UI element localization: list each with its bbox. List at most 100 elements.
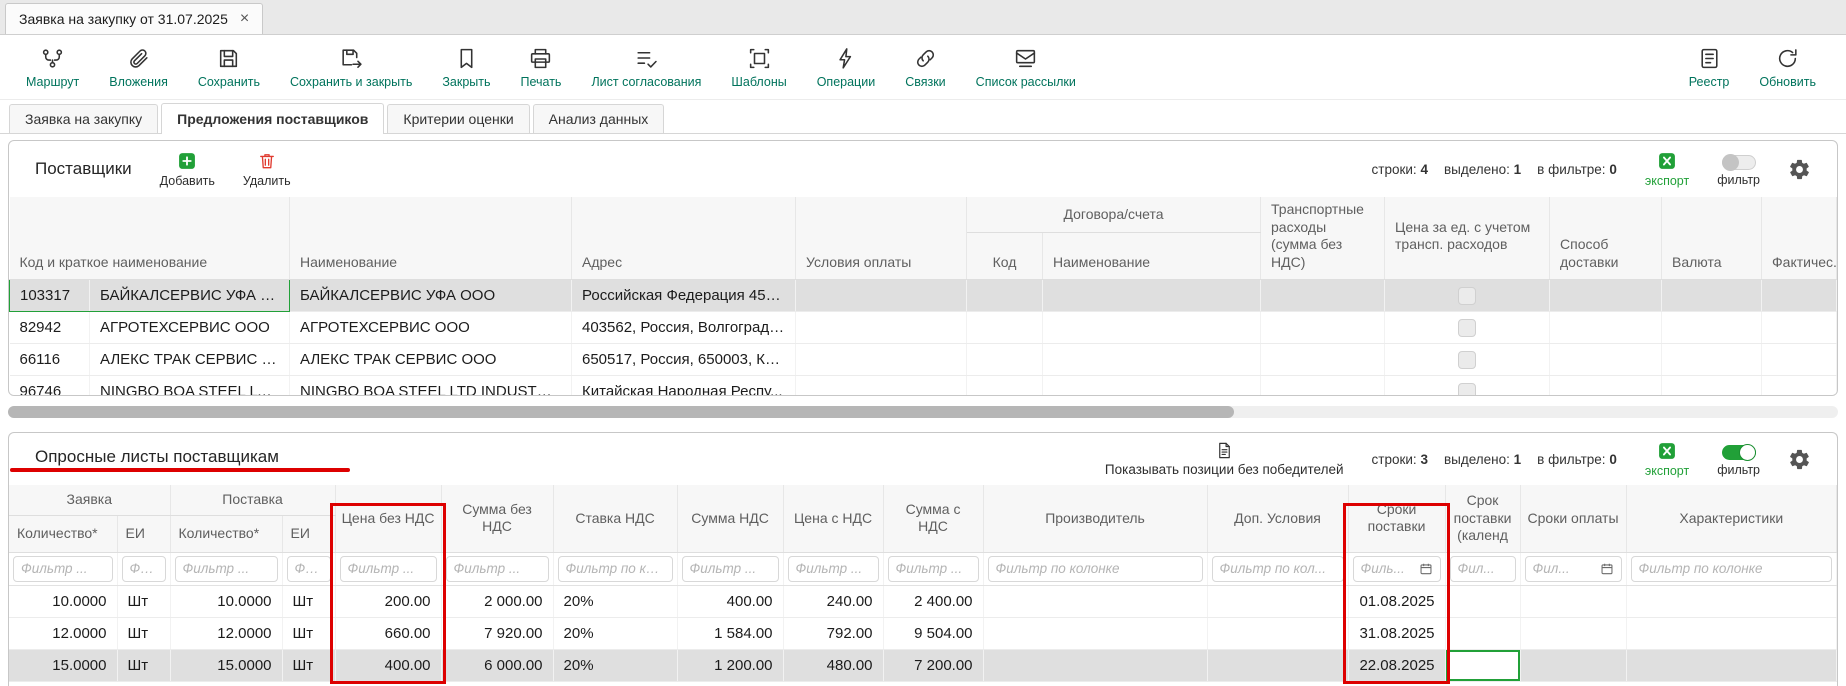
toggle-track[interactable] xyxy=(1722,155,1756,170)
filter-input-extra-terms[interactable]: Фильтр по кол... xyxy=(1212,556,1344,582)
cell-manufacturer[interactable] xyxy=(983,585,1207,617)
cell-qty-request[interactable]: 10.0000 xyxy=(9,585,117,617)
toolbar-button-refresh[interactable]: Обновить xyxy=(1759,46,1816,89)
toolbar-button-mailing-list[interactable]: Список рассылки xyxy=(976,46,1076,89)
tab-purchase-request[interactable]: Заявка на закупку xyxy=(9,104,158,133)
cell-name[interactable]: АЛЕКС ТРАК СЕРВИС ООО xyxy=(290,344,572,376)
cell-contract-code[interactable] xyxy=(967,312,1043,344)
tab-data-analysis[interactable]: Анализ данных xyxy=(533,104,665,133)
toggle-track[interactable] xyxy=(1722,445,1756,460)
cell-payment-terms[interactable] xyxy=(796,312,967,344)
cell-code[interactable]: 96746 xyxy=(10,376,90,397)
add-supplier-button[interactable]: Добавить xyxy=(160,151,215,188)
cell-sum-no-vat[interactable]: 7 920.00 xyxy=(441,617,553,649)
cell-short-name[interactable]: NINGBO BOA STEEL LTD I... xyxy=(90,376,290,397)
horizontal-scrollbar[interactable] xyxy=(8,406,1838,418)
cell-vat-rate[interactable]: 20% xyxy=(553,649,677,681)
col-transport-costs[interactable]: Транспортные расходы (сумма без НДС) xyxy=(1261,197,1385,280)
col-code-short-name[interactable]: Код и краткое наименование xyxy=(10,197,290,280)
col-contract-name[interactable]: Наименование xyxy=(1043,232,1261,279)
questionnaire-row[interactable]: 10.0000 Шт 10.0000 Шт 200.00 2 000.00 20… xyxy=(9,585,1837,617)
tab-evaluation-criteria[interactable]: Критерии оценки xyxy=(387,104,529,133)
cell-sum-no-vat[interactable]: 6 000.00 xyxy=(441,649,553,681)
suppliers-export-button[interactable]: экспорт xyxy=(1645,151,1689,188)
cell-transport-costs[interactable] xyxy=(1261,344,1385,376)
cell-short-name[interactable]: АЛЕКС ТРАК СЕРВИС ООО xyxy=(90,344,290,376)
cell-vat-rate[interactable]: 20% xyxy=(553,585,677,617)
cell-price-no-vat[interactable]: 400.00 xyxy=(335,649,441,681)
filter-input-delivery-days[interactable]: Фил... xyxy=(1450,556,1516,582)
filter-input-qty-request[interactable]: Фильтр ... xyxy=(13,556,113,582)
cell-address[interactable]: 403562, Россия, Волгоградс... xyxy=(572,312,796,344)
col-delivery-method[interactable]: Способ доставки xyxy=(1550,197,1662,280)
cell-currency[interactable] xyxy=(1662,280,1762,312)
cell-sum-no-vat[interactable]: 2 000.00 xyxy=(441,585,553,617)
cell-actual[interactable] xyxy=(1762,344,1837,376)
cell-unit-price-with-transport[interactable] xyxy=(1385,344,1550,376)
cell-payment-dates[interactable] xyxy=(1520,585,1626,617)
cell-currency[interactable] xyxy=(1662,376,1762,397)
cell-delivery-days[interactable] xyxy=(1445,617,1520,649)
cell-currency[interactable] xyxy=(1662,312,1762,344)
col-price-no-vat[interactable]: Цена без НДС xyxy=(335,485,441,552)
questionnaire-row[interactable]: 15.0000 Шт 15.0000 Шт 400.00 6 000.00 20… xyxy=(9,649,1837,681)
cell-extra-terms[interactable] xyxy=(1207,585,1348,617)
cell-characteristics[interactable] xyxy=(1626,649,1836,681)
cell-delivery-dates[interactable]: 01.08.2025 xyxy=(1348,585,1445,617)
cell-unit-delivery[interactable]: Шт xyxy=(282,617,335,649)
cell-delivery-method[interactable] xyxy=(1550,376,1662,397)
cell-vat-rate[interactable]: 20% xyxy=(553,617,677,649)
cell-contract-code[interactable] xyxy=(967,376,1043,397)
tab-supplier-offers[interactable]: Предложения поставщиков xyxy=(161,103,384,134)
toolbar-button-operations[interactable]: Операции xyxy=(817,46,875,89)
window-tab-close-icon[interactable]: × xyxy=(240,11,249,27)
show-positions-without-winners-toggle[interactable]: Показывать позиции без победителей xyxy=(1105,441,1344,477)
cell-delivery-method[interactable] xyxy=(1550,280,1662,312)
toolbar-button-save-and-close[interactable]: Сохранить и закрыть xyxy=(290,46,412,89)
filter-input-price-no-vat[interactable]: Фильтр ... xyxy=(340,556,437,582)
col-unit-delivery[interactable]: ЕИ xyxy=(282,515,335,552)
cell-contract-code[interactable] xyxy=(967,280,1043,312)
col-contract-code[interactable]: Код xyxy=(967,232,1043,279)
filter-input-qty-delivery[interactable]: Фильтр ... xyxy=(175,556,278,582)
cell-address[interactable]: Российская Федерация 450... xyxy=(572,280,796,312)
cell-name[interactable]: NINGBO BOA STEEL LTD INDUSTRIAL... xyxy=(290,376,572,397)
questionnaires-settings-button[interactable] xyxy=(1788,448,1811,471)
cell-delivery-method[interactable] xyxy=(1550,344,1662,376)
cell-currency[interactable] xyxy=(1662,344,1762,376)
cell-actual[interactable] xyxy=(1762,312,1837,344)
cell-payment-terms[interactable] xyxy=(796,344,967,376)
col-qty-request[interactable]: Количество* xyxy=(9,515,117,552)
unit-price-transport-checkbox[interactable] xyxy=(1458,319,1476,337)
window-tab[interactable]: Заявка на закупку от 31.07.2025 × xyxy=(5,3,263,34)
supplier-row[interactable]: 103317 БАЙКАЛСЕРВИС УФА ООО БАЙКАЛСЕРВИС… xyxy=(10,280,1837,312)
cell-code[interactable]: 103317 xyxy=(10,280,90,312)
cell-name[interactable]: АГРОТЕХСЕРВИС ООО xyxy=(290,312,572,344)
cell-unit-delivery[interactable]: Шт xyxy=(282,649,335,681)
cell-unit-price-with-transport[interactable] xyxy=(1385,376,1550,397)
cell-unit-price-with-transport[interactable] xyxy=(1385,312,1550,344)
col-currency[interactable]: Валюта xyxy=(1662,197,1762,280)
col-vat-sum[interactable]: Сумма НДС xyxy=(677,485,783,552)
col-extra-terms[interactable]: Доп. Условия xyxy=(1207,485,1348,552)
unit-price-transport-checkbox[interactable] xyxy=(1458,383,1476,397)
col-vat-rate[interactable]: Ставка НДС xyxy=(553,485,677,552)
cell-transport-costs[interactable] xyxy=(1261,280,1385,312)
cell-delivery-dates[interactable]: 22.08.2025 xyxy=(1348,649,1445,681)
col-payment-dates[interactable]: Сроки оплаты xyxy=(1520,485,1626,552)
cell-delivery-method[interactable] xyxy=(1550,312,1662,344)
cell-code[interactable]: 82942 xyxy=(10,312,90,344)
cell-payment-terms[interactable] xyxy=(796,376,967,397)
cell-unit-request[interactable]: Шт xyxy=(117,585,170,617)
col-unit-request[interactable]: ЕИ xyxy=(117,515,170,552)
cell-delivery-days[interactable] xyxy=(1445,585,1520,617)
cell-contract-code[interactable] xyxy=(967,344,1043,376)
cell-short-name[interactable]: БАЙКАЛСЕРВИС УФА ООО xyxy=(90,280,290,312)
col-manufacturer[interactable]: Производитель xyxy=(983,485,1207,552)
cell-sum-with-vat[interactable]: 2 400.00 xyxy=(883,585,983,617)
cell-transport-costs[interactable] xyxy=(1261,312,1385,344)
filter-input-price-with-vat[interactable]: Фильтр ... xyxy=(788,556,879,582)
filter-input-unit-delivery[interactable]: Фил... xyxy=(287,556,331,582)
cell-manufacturer[interactable] xyxy=(983,617,1207,649)
cell-transport-costs[interactable] xyxy=(1261,376,1385,397)
